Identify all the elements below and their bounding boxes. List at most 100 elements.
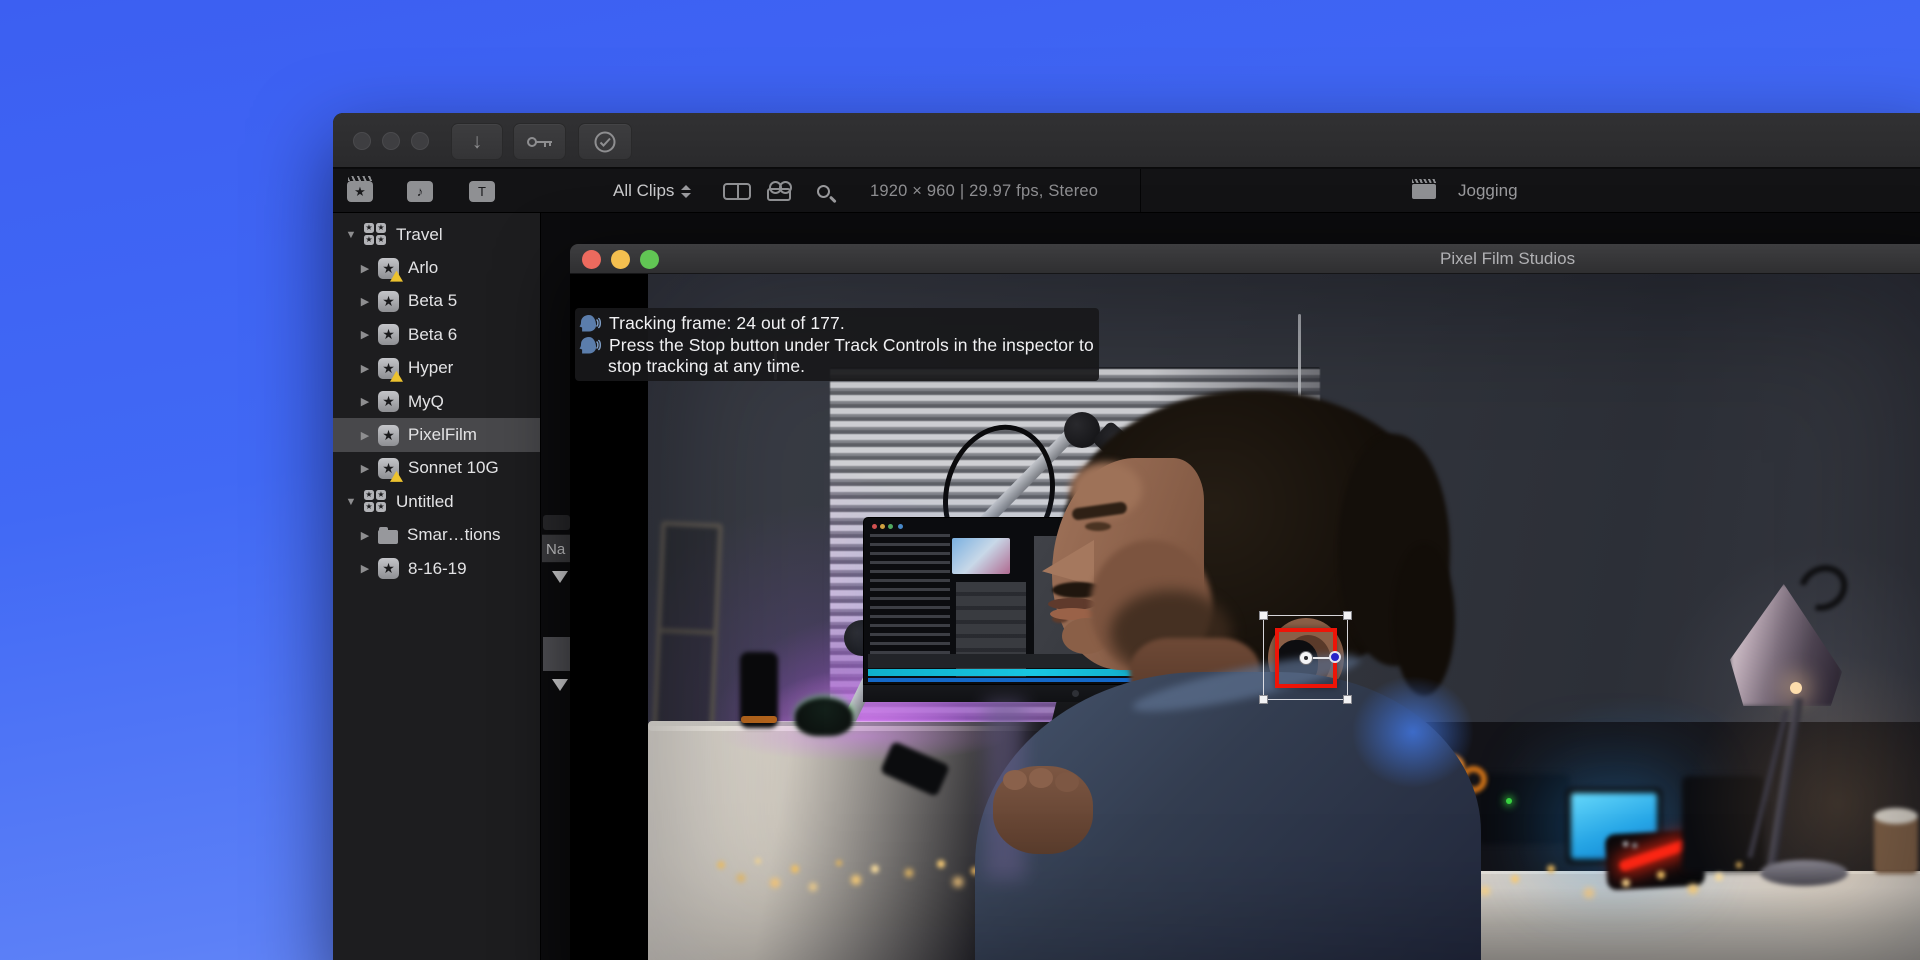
star-icon: ★ xyxy=(378,425,399,446)
check-circle-icon xyxy=(593,130,617,154)
sidebar-item-label: MyQ xyxy=(408,392,444,412)
sidebar-item-label: 8-16-19 xyxy=(408,559,467,579)
sidebar-item-hyper[interactable]: ▶ ★ Hyper xyxy=(333,352,540,385)
updown-chevron-icon xyxy=(681,185,691,198)
tracker-handle[interactable] xyxy=(1343,611,1352,620)
import-button[interactable]: ↓ xyxy=(451,123,503,160)
clip-info-text: 1920 × 960 | 29.97 fps, Stereo xyxy=(870,169,1098,213)
library-icon: ★★★★ xyxy=(364,223,387,246)
gaming-mouse xyxy=(795,698,853,736)
tracker-handle[interactable] xyxy=(1259,611,1268,620)
sidebar-item-label: Untitled xyxy=(396,492,454,512)
toolbar-divider xyxy=(1140,169,1141,212)
disclosure-closed-icon[interactable]: ▶ xyxy=(357,562,373,575)
disclosure-closed-icon[interactable]: ▶ xyxy=(357,362,373,375)
main-titlebar[interactable]: ↓ xyxy=(333,113,1920,168)
clip-filter-label: All Clips xyxy=(613,181,674,201)
clip-group-disclosure-icon[interactable] xyxy=(552,571,568,583)
disclosure-closed-icon[interactable]: ▶ xyxy=(357,529,373,542)
sidebar-item-label: Beta 5 xyxy=(408,291,457,311)
sidebar-item-untitled[interactable]: ▼ ★★★★ Untitled xyxy=(333,485,540,518)
tooltip-line: Tracking frame: 24 out of 177. xyxy=(601,313,845,334)
speech-icon xyxy=(579,314,601,333)
sidebar-item-myq[interactable]: ▶ ★ MyQ xyxy=(333,385,540,418)
disclosure-closed-icon[interactable]: ▶ xyxy=(357,462,373,475)
clapperboard-star-icon[interactable]: ★ xyxy=(347,169,373,213)
tracker-drag-handle[interactable] xyxy=(1329,651,1341,663)
import-down-icon: ↓ xyxy=(472,131,483,152)
project-name: Jogging xyxy=(1458,181,1518,201)
clip-filter-dropdown[interactable]: All Clips xyxy=(613,169,691,213)
tracking-tooltip: Tracking frame: 24 out of 177. Press the… xyxy=(575,308,1099,381)
sidebar-item-pixelfilm[interactable]: ▶ ★ PixelFilm xyxy=(333,418,540,451)
name-column-header[interactable]: Na xyxy=(542,534,572,563)
warning-icon xyxy=(390,371,403,382)
sidebar-item-label: Beta 6 xyxy=(408,325,457,345)
sidebar-item-8-16-19[interactable]: ▶ ★ 8-16-19 xyxy=(333,552,540,585)
close-button[interactable] xyxy=(353,132,371,150)
star-icon: ★ xyxy=(378,324,399,345)
string-lights xyxy=(648,274,654,280)
tooltip-line: stop tracking at any time. xyxy=(608,356,805,377)
key-icon xyxy=(526,134,554,150)
keywords-button[interactable] xyxy=(513,123,566,160)
disclosure-open-icon[interactable]: ▼ xyxy=(343,496,359,508)
lamp-base xyxy=(1760,860,1848,886)
star-warning-icon: ★ xyxy=(378,458,399,479)
film-camera-icon[interactable] xyxy=(767,169,791,213)
router xyxy=(1478,774,1570,844)
tracker-center-point[interactable] xyxy=(1299,651,1313,665)
disclosure-closed-icon[interactable]: ▶ xyxy=(357,395,373,408)
filter-field-fragment[interactable] xyxy=(543,515,570,530)
warning-icon xyxy=(390,471,403,482)
library-icon: ★★★★ xyxy=(364,490,387,513)
close-button[interactable] xyxy=(582,250,601,269)
tracker-handle[interactable] xyxy=(1343,695,1352,704)
speech-icon xyxy=(579,336,601,355)
sidebar-item-label: PixelFilm xyxy=(408,425,477,445)
libraries-sidebar: ▼★★★★Travel▶★Arlo▶★Beta 5▶★Beta 6▶★Hyper… xyxy=(333,213,540,960)
sidebar-item-sonnet-10g[interactable]: ▶ ★ Sonnet 10G xyxy=(333,452,540,485)
zoom-button[interactable] xyxy=(411,132,429,150)
sidebar-item-label: Sonnet 10G xyxy=(408,458,499,478)
disclosure-open-icon[interactable]: ▼ xyxy=(343,229,359,241)
viewer-window-title: Pixel Film Studios xyxy=(1440,244,1575,274)
titles-generators-icon[interactable]: T xyxy=(469,169,495,213)
background-tasks-button[interactable] xyxy=(578,123,632,160)
clip-thumbnail-fragment[interactable] xyxy=(543,637,570,671)
sidebar-item-arlo[interactable]: ▶★Arlo xyxy=(333,251,540,284)
sidebar-item-beta-6[interactable]: ▶ ★ Beta 6 xyxy=(333,318,540,351)
search-icon[interactable] xyxy=(817,169,830,213)
disclosure-closed-icon[interactable]: ▶ xyxy=(357,295,373,308)
viewer-titlebar[interactable]: Pixel Film Studios xyxy=(570,244,1920,274)
sidebar-item-label: Travel xyxy=(396,225,443,245)
filmstrip-view-icon[interactable] xyxy=(723,169,751,213)
project-indicator[interactable]: Jogging xyxy=(1412,169,1518,213)
viewer-content: Tracking frame: 24 out of 177. Press the… xyxy=(570,274,1920,960)
lamp-bulb-glint xyxy=(1790,682,1802,694)
warning-icon xyxy=(390,271,403,282)
photos-audio-icon[interactable]: ♪ xyxy=(407,169,433,213)
clapperboard-icon xyxy=(1412,184,1436,199)
sidebar-item-travel[interactable]: ▼ ★★★★ Travel xyxy=(333,218,540,251)
desktop: ↓ ★ ♪ T xyxy=(0,0,1920,960)
minimize-button[interactable] xyxy=(611,250,630,269)
sidebar-item-label: Hyper xyxy=(408,358,453,378)
minimize-button[interactable] xyxy=(382,132,400,150)
sidebar-item-smar-tions[interactable]: ▶Smar…tions xyxy=(333,519,540,552)
wood-roll xyxy=(1874,814,1918,874)
tracker-handle[interactable] xyxy=(1259,695,1268,704)
star-icon: ★ xyxy=(378,391,399,412)
sidebar-item-beta-5[interactable]: ▶ ★ Beta 5 xyxy=(333,285,540,318)
star-icon: ★ xyxy=(378,558,399,579)
zoom-button[interactable] xyxy=(640,250,659,269)
disclosure-closed-icon[interactable]: ▶ xyxy=(357,262,373,275)
disclosure-closed-icon[interactable]: ▶ xyxy=(357,429,373,442)
star-warning-icon: ★ xyxy=(378,358,399,379)
star-icon: ★ xyxy=(378,291,399,312)
clip-group-disclosure-icon[interactable] xyxy=(552,679,568,691)
browser-toolbar: ★ ♪ T All Clips 1920 × 960 | 29.97 fps, … xyxy=(333,169,1920,213)
star-warning-icon: ★ xyxy=(378,258,399,279)
folder-icon xyxy=(378,530,398,544)
disclosure-closed-icon[interactable]: ▶ xyxy=(357,328,373,341)
